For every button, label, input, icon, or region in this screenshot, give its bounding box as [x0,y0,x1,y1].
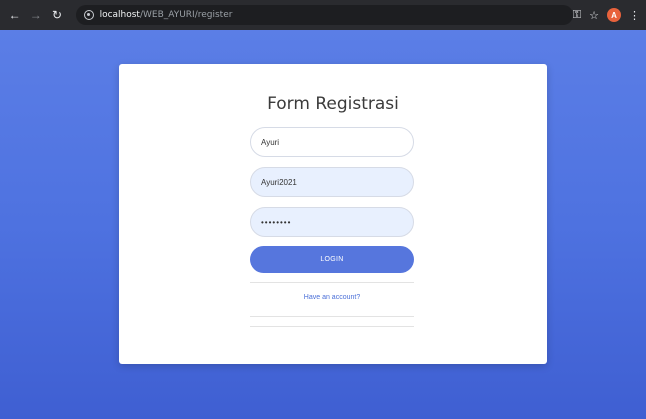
reload-icon[interactable]: ↻ [48,6,65,24]
form-title: Form Registrasi [267,94,399,114]
address-bar[interactable]: localhost/WEB_AYURI/register [75,5,573,25]
login-button[interactable]: LOGIN [250,246,414,273]
bookmark-star-icon[interactable]: ☆ [589,9,599,22]
username-input[interactable] [250,167,414,197]
key-icon[interactable]: ⚿ [573,9,581,22]
name-input[interactable] [250,127,414,157]
divider [250,316,414,317]
registration-card: Form Registrasi LOGIN Have an account? [119,64,547,364]
page-background: Form Registrasi LOGIN Have an account? [0,30,646,419]
divider [250,282,414,283]
site-info-icon[interactable] [83,10,94,20]
url-path: /WEB_AYURI/register [139,10,233,20]
forward-arrow-icon[interactable]: → [27,6,44,24]
toolbar-actions: ⚿ ☆ A ⋮ [573,8,640,22]
menu-kebab-icon[interactable]: ⋮ [629,9,640,22]
back-arrow-icon[interactable]: ← [6,6,23,24]
url-host: localhost [99,10,140,20]
have-account-link[interactable]: Have an account? [250,294,414,301]
divider [250,326,414,327]
browser-toolbar: ← → ↻ localhost/WEB_AYURI/register ⚿ ☆ A… [0,0,646,30]
profile-avatar[interactable]: A [607,8,621,22]
password-input[interactable] [250,207,414,237]
